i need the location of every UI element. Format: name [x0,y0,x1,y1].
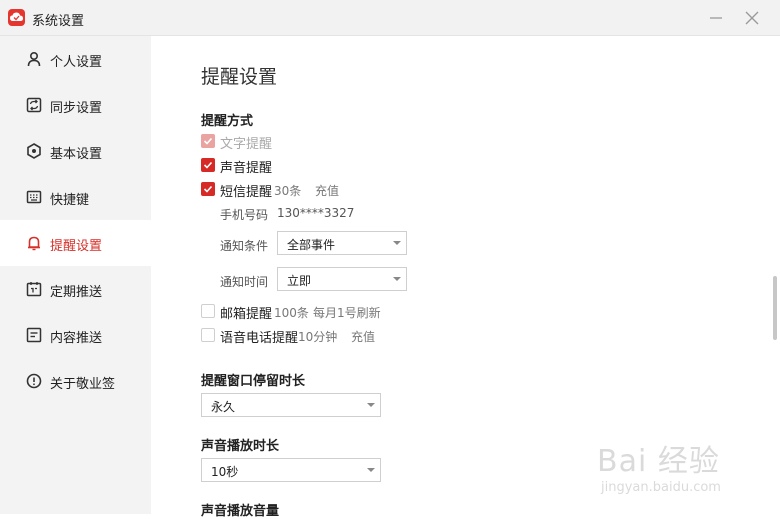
user-icon [27,51,41,67]
title-bar: 系统设置 [0,0,780,36]
sidebar-item-label: 提醒设置 [50,239,103,254]
text-reminder-label: 文字提醒 [220,137,273,152]
sms-recharge-link[interactable]: 充值 [315,182,339,199]
chevron-down-icon [393,277,401,281]
sidebar-item-label: 基本设置 [50,147,103,162]
checkmark-icon [203,137,213,145]
section-title-sound-duration: 声音播放时长 [201,439,280,454]
voice-reminder-label: 语音电话提醒 [220,331,299,346]
sidebar-item-scheduled-push[interactable]: 定期推送 [0,266,151,312]
checkmark-icon [203,185,213,193]
sidebar-item-about[interactable]: 关于敬业签 [0,358,151,404]
chevron-down-icon [367,403,375,407]
sidebar-item-shortcuts[interactable]: 快捷键 [0,174,151,220]
notify-time-value: 立即 [287,274,312,288]
voice-quota: 10分钟 [298,330,338,344]
notify-condition-select[interactable]: 全部事件 [277,231,407,255]
content-icon [26,327,42,343]
sms-reminder-label: 短信提醒 [220,185,273,200]
email-reminder-label: 邮箱提醒 [220,307,273,322]
sidebar-item-content-push[interactable]: 内容推送 [0,312,151,358]
email-quota: 100条 [274,306,309,320]
calendar-icon [26,282,42,297]
minimize-button[interactable] [706,8,726,28]
voice-reminder-checkbox[interactable] [201,328,215,342]
watermark-logo: Bai 经验 [597,444,720,479]
phone-label: 手机号码 [220,208,269,222]
email-refresh-note: 每月1号刷新 [313,306,381,320]
sidebar-item-label: 定期推送 [50,285,103,300]
voice-recharge-link[interactable]: 充值 [351,328,375,345]
app-logo-icon [8,9,25,26]
section-title-popup-duration: 提醒窗口停留时长 [201,374,306,389]
minimize-icon [710,17,722,19]
sms-quota: 30条 [274,184,302,198]
section-title-reminder-method: 提醒方式 [201,114,254,129]
sound-reminder-checkbox[interactable] [201,158,215,172]
notify-time-select[interactable]: 立即 [277,267,407,291]
bell-icon [28,236,40,251]
notify-condition-label: 通知条件 [220,239,269,253]
sound-duration-value: 10秒 [211,465,239,479]
sound-reminder-label: 声音提醒 [220,161,273,176]
sidebar-item-label: 个人设置 [50,55,103,70]
page-title: 提醒设置 [201,66,278,88]
close-button[interactable] [742,8,762,28]
sms-reminder-checkbox[interactable] [201,182,215,196]
keyboard-icon [26,190,42,204]
watermark: Bai 经验 jingyan.baidu.com [597,428,737,498]
popup-duration-select[interactable]: 永久 [201,393,381,417]
notify-time-label: 通知时间 [220,275,269,289]
settings-icon [27,143,41,159]
sidebar-item-label: 快捷键 [50,193,90,208]
sidebar-item-label: 同步设置 [50,101,103,116]
scrollbar-thumb[interactable] [773,276,777,340]
checkmark-icon [203,161,213,169]
phone-value: 130****3327 [277,206,355,220]
sync-icon [26,97,42,113]
notify-condition-value: 全部事件 [287,238,336,252]
sidebar: 个人设置 同步设置 基本设置 快捷键 提醒设置 定期推送 内容推送 关于敬业签 [0,36,151,514]
window-title: 系统设置 [32,14,85,29]
close-icon [745,11,759,25]
text-reminder-checkbox[interactable] [201,134,215,148]
info-icon [26,373,42,389]
sidebar-item-label: 关于敬业签 [50,377,116,392]
section-title-sound-volume: 声音播放音量 [201,504,280,519]
sidebar-item-basic[interactable]: 基本设置 [0,128,151,174]
sidebar-item-sync[interactable]: 同步设置 [0,82,151,128]
sidebar-item-label: 内容推送 [50,331,103,346]
sidebar-item-personal[interactable]: 个人设置 [0,36,151,82]
sound-duration-select[interactable]: 10秒 [201,458,381,482]
sidebar-item-reminder[interactable]: 提醒设置 [0,220,151,266]
popup-duration-value: 永久 [211,400,236,414]
email-reminder-checkbox[interactable] [201,304,215,318]
chevron-down-icon [367,468,375,472]
watermark-url: jingyan.baidu.com [601,480,721,495]
chevron-down-icon [393,241,401,245]
